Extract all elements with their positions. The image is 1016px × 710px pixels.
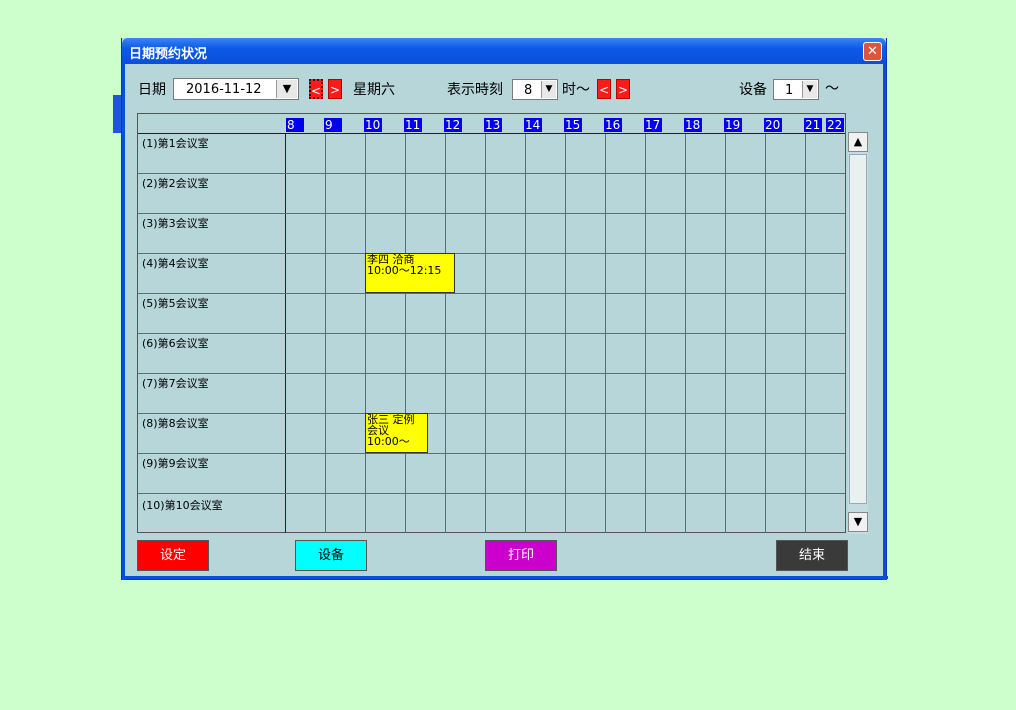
- room-label: (4)第4会议室: [142, 257, 209, 270]
- chevron-right-icon: >: [329, 83, 341, 97]
- grid-line: [138, 133, 845, 134]
- date-label: 日期: [138, 82, 166, 98]
- vertical-scrollbar[interactable]: ▲ ▼: [848, 132, 868, 534]
- room-label: (9)第9会议室: [142, 457, 209, 470]
- window-title: 日期预约状况: [129, 47, 208, 62]
- device-suffix: ～: [825, 81, 839, 97]
- grid-line: [138, 453, 845, 454]
- chevron-left-icon: <: [311, 84, 322, 98]
- hour-header: 22: [826, 118, 844, 132]
- device-combo[interactable]: 1 ▼: [773, 79, 819, 100]
- grid-line: [138, 173, 845, 174]
- room-label: (1)第1会议室: [142, 137, 209, 150]
- device-label: 设备: [739, 82, 767, 98]
- booking-time: 10:00～12:15: [367, 264, 442, 277]
- end-button[interactable]: 结束: [776, 540, 848, 571]
- hour-header: 16: [604, 118, 622, 132]
- grid-line: [138, 373, 845, 374]
- hour-header: 8: [286, 118, 304, 132]
- hour-header: 21: [804, 118, 822, 132]
- hour-header: 17: [644, 118, 662, 132]
- room-label: (8)第8会议室: [142, 417, 209, 430]
- hour-header: 9: [324, 118, 342, 132]
- hour-header: 10: [364, 118, 382, 132]
- grid-line: [138, 333, 845, 334]
- display-time-value: 8: [524, 83, 533, 98]
- hour-header: 19: [724, 118, 742, 132]
- settings-button[interactable]: 设定: [137, 540, 209, 571]
- booking-time: 10:00～: [367, 435, 410, 448]
- window-frame: [122, 576, 888, 579]
- room-label: (6)第6会议室: [142, 337, 209, 350]
- next-day-button[interactable]: >: [328, 79, 342, 99]
- prev-day-button[interactable]: <: [309, 79, 323, 99]
- room-label: (5)第5会议室: [142, 297, 209, 310]
- reservation-window: 日期预约状况 ✕ 日期 2016-11-12 ▼ < > 星期六 表示時刻 8 …: [121, 38, 888, 580]
- booking-block[interactable]: 李四 洽商 10:00～12:15: [365, 253, 455, 293]
- grid-line: [138, 413, 845, 414]
- chevron-right-icon: >: [617, 83, 629, 97]
- print-button[interactable]: 打印: [485, 540, 557, 571]
- weekday-label: 星期六: [353, 82, 395, 98]
- next-hour-button[interactable]: >: [616, 79, 630, 99]
- schedule-grid: 8 9 10 11 12 13 14 15 16 17 18 19 20 21 …: [137, 113, 846, 533]
- date-value: 2016-11-12: [186, 82, 262, 97]
- dropdown-arrow-icon[interactable]: ▼: [802, 81, 817, 98]
- hour-header: 18: [684, 118, 702, 132]
- close-icon[interactable]: ✕: [863, 42, 882, 61]
- hour-header: 14: [524, 118, 542, 132]
- scroll-up-icon[interactable]: ▲: [848, 132, 868, 152]
- room-label: (3)第3会议室: [142, 217, 209, 230]
- room-label: (2)第2会议室: [142, 177, 209, 190]
- hour-suffix: 时～: [562, 82, 590, 98]
- date-combo[interactable]: 2016-11-12 ▼: [173, 78, 299, 100]
- hour-header: 15: [564, 118, 582, 132]
- room-label: (7)第7会议室: [142, 377, 209, 390]
- hour-header: 11: [404, 118, 422, 132]
- window-frame: [883, 64, 886, 580]
- dropdown-arrow-icon[interactable]: ▼: [541, 81, 556, 98]
- hour-header: 20: [764, 118, 782, 132]
- grid-line: [138, 213, 845, 214]
- booking-block[interactable]: 张三 定例 会议 10:00～: [365, 413, 428, 453]
- dropdown-arrow-icon[interactable]: ▼: [276, 80, 297, 98]
- scroll-thumb[interactable]: [849, 154, 867, 504]
- scroll-down-icon[interactable]: ▼: [848, 512, 868, 532]
- display-time-label: 表示時刻: [447, 82, 503, 98]
- hour-header: 13: [484, 118, 502, 132]
- chevron-left-icon: <: [598, 83, 610, 97]
- display-time-combo[interactable]: 8 ▼: [512, 79, 558, 100]
- grid-line: [138, 493, 845, 494]
- hour-header: 12: [444, 118, 462, 132]
- window-frame: [122, 64, 125, 580]
- room-label: (10)第10会议室: [142, 499, 223, 512]
- grid-line: [138, 253, 845, 254]
- grid-line: [138, 293, 845, 294]
- title-bar: 日期预约状况 ✕: [122, 38, 886, 64]
- device-button[interactable]: 设备: [295, 540, 367, 571]
- prev-hour-button[interactable]: <: [597, 79, 611, 99]
- device-value: 1: [785, 83, 794, 98]
